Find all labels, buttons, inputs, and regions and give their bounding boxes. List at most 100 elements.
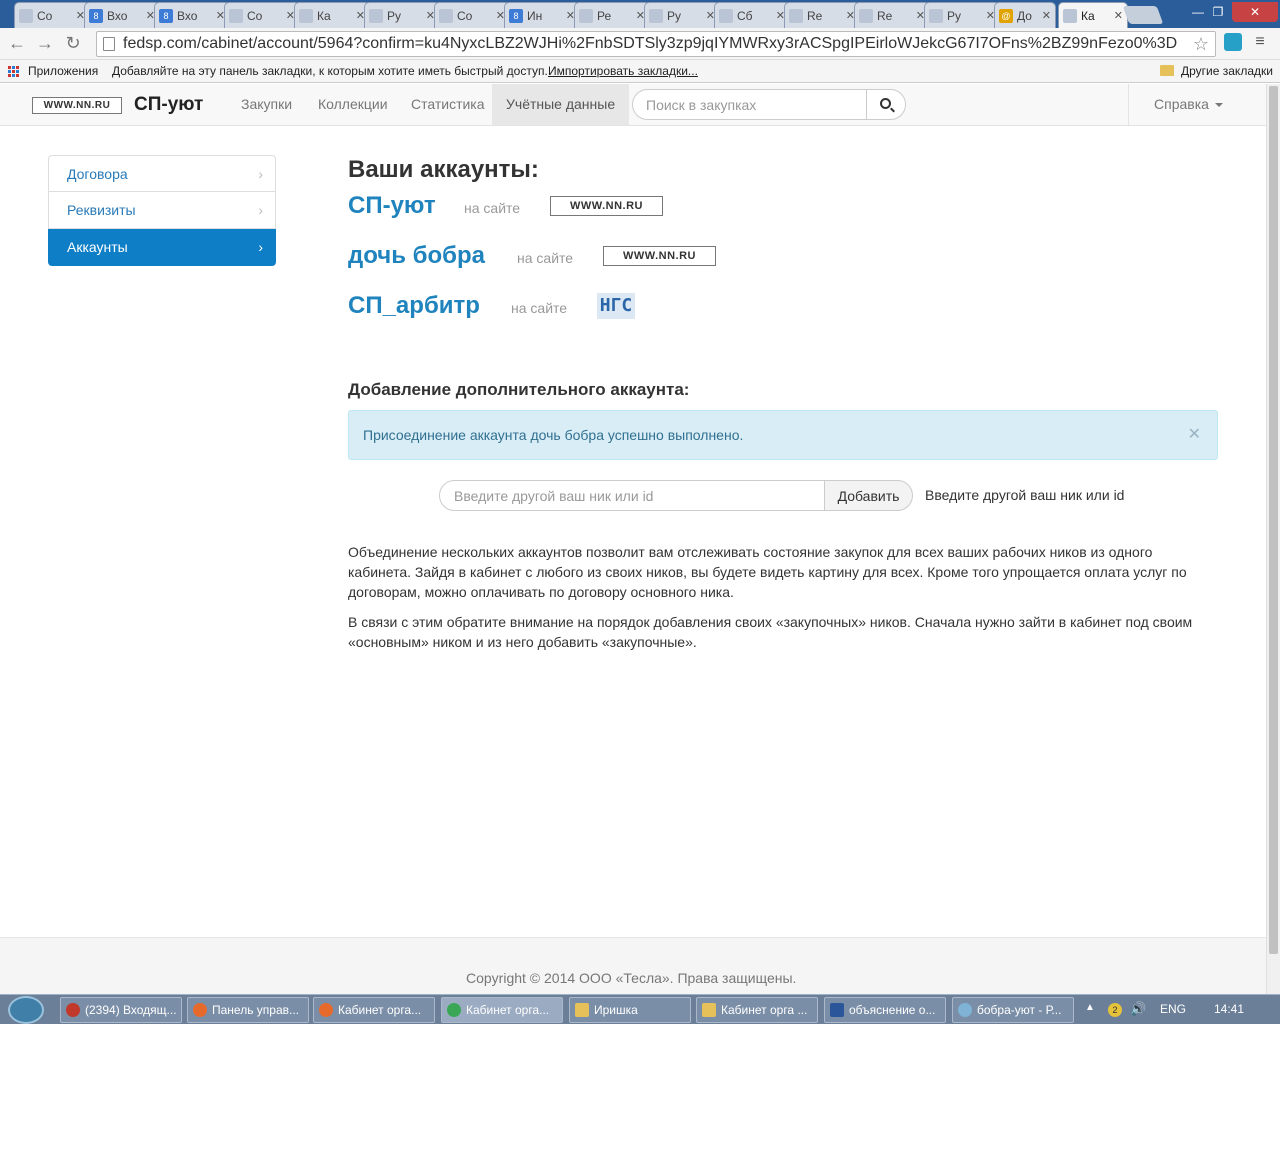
- tab-label: Ру: [947, 8, 962, 23]
- page-icon: [103, 37, 115, 51]
- taskbar-item[interactable]: Кабинет орга...: [313, 997, 435, 1023]
- page-icon: [229, 8, 243, 23]
- main-content: Ваши аккаунты: СП-уют на сайте WWW.NN.RU…: [348, 156, 1218, 650]
- language-indicator[interactable]: ENG: [1160, 1002, 1186, 1016]
- page-viewport: WWW.NN.RU СП-уют Закупки Коллекции Стати…: [0, 84, 1266, 994]
- close-icon[interactable]: ✕: [1042, 9, 1051, 22]
- star-icon[interactable]: ☆: [1193, 32, 1209, 56]
- browser-tab[interactable]: Со ✕: [14, 2, 90, 28]
- taskbar-item[interactable]: Панель управ...: [187, 997, 309, 1023]
- search-button[interactable]: [866, 89, 906, 120]
- scrollbar-thumb[interactable]: [1269, 86, 1278, 954]
- footer: Copyright © 2014 ООО «Тесла». Права защи…: [0, 937, 1266, 994]
- folder-icon: [575, 1003, 589, 1017]
- page-icon: [439, 8, 453, 23]
- cart-icon: [1063, 8, 1077, 23]
- help-dropdown[interactable]: Справка: [1128, 84, 1248, 125]
- browser-tab[interactable]: 8 Вхо ✕: [84, 2, 160, 28]
- search-form: [632, 89, 906, 120]
- account-name-link[interactable]: СП_арбитр: [348, 292, 480, 320]
- tray-expand-icon[interactable]: ▲: [1085, 1002, 1095, 1013]
- sidebar-item-requisites[interactable]: Реквизиты ›: [48, 192, 276, 229]
- import-bookmarks-link[interactable]: Импортировать закладки...: [548, 60, 698, 82]
- browser-tab[interactable]: Ру ✕: [924, 2, 1000, 28]
- site-logo: НГС: [597, 293, 635, 319]
- extension-icon[interactable]: [1224, 33, 1242, 51]
- tab-label: Вхо: [177, 8, 198, 23]
- browser-tab[interactable]: 8 Ин ✕: [504, 2, 580, 28]
- clock[interactable]: 14:41: [1214, 1002, 1244, 1016]
- nav-accounts-data[interactable]: Учётные данные: [492, 84, 630, 125]
- brand-logo[interactable]: WWW.NN.RU: [32, 97, 122, 114]
- start-button[interactable]: [8, 996, 44, 1024]
- taskbar-item[interactable]: объяснение о...: [824, 997, 946, 1023]
- window-close-icon[interactable]: ✕: [1232, 2, 1278, 22]
- taskbar-label: объяснение о...: [849, 1003, 936, 1017]
- add-button[interactable]: Добавить: [824, 480, 913, 511]
- browser-tab[interactable]: Ка ✕: [294, 2, 370, 28]
- taskbar-item-active[interactable]: Кабинет орга...: [441, 997, 563, 1023]
- mail-icon: 8: [89, 8, 103, 23]
- firefox-icon: [193, 1003, 207, 1017]
- taskbar-item[interactable]: Кабинет орга ...: [696, 997, 818, 1023]
- browser-tab[interactable]: 8 Вхо ✕: [154, 2, 230, 28]
- reload-icon[interactable]: ↻: [62, 32, 84, 54]
- nav-statistics[interactable]: Статистика: [397, 84, 499, 125]
- browser-tab[interactable]: Со ✕: [224, 2, 300, 28]
- account-row: СП-уют на сайте WWW.NN.RU: [348, 192, 1218, 242]
- scrollbar[interactable]: [1266, 84, 1280, 994]
- taskbar-label: Кабинет орга...: [466, 1003, 550, 1017]
- tab-label: Со: [37, 8, 53, 23]
- search-input[interactable]: [632, 89, 868, 120]
- sidebar-item-label: Реквизиты: [67, 202, 136, 218]
- browser-tab[interactable]: Со ✕: [434, 2, 510, 28]
- taskbar-label: (2394) Входящ...: [85, 1003, 177, 1017]
- help-label: Справка: [1154, 96, 1209, 112]
- document-icon: [579, 8, 593, 23]
- info-paragraph: В связи с этим обратите внимание на поря…: [348, 614, 1193, 650]
- tab-label: Ка: [1081, 8, 1095, 23]
- account-name-link[interactable]: СП-уют: [348, 192, 436, 220]
- site-logo: WWW.NN.RU: [550, 196, 663, 216]
- tab-label: Ру: [387, 8, 402, 23]
- add-account-heading: Добавление дополнительного аккаунта:: [348, 380, 690, 399]
- other-bookmarks[interactable]: Другие закладки: [1181, 60, 1273, 82]
- new-tab-button[interactable]: [1122, 6, 1164, 24]
- nick-input[interactable]: [439, 480, 825, 511]
- mail-icon: 8: [159, 8, 173, 23]
- browser-tab[interactable]: Re ✕: [854, 2, 930, 28]
- forward-arrow-icon[interactable]: →: [34, 32, 56, 54]
- close-icon[interactable]: ✕: [1188, 411, 1201, 459]
- brand-title[interactable]: СП-уют: [134, 94, 203, 116]
- firefox-icon: [319, 1003, 333, 1017]
- sidebar-item-accounts[interactable]: Аккаунты ›: [48, 229, 276, 266]
- browser-tab-active[interactable]: Ка ✕: [1058, 2, 1128, 28]
- address-bar[interactable]: fedsp.com/cabinet/account/5964?confirm=k…: [96, 31, 1216, 57]
- notification-badge[interactable]: 2: [1108, 1003, 1122, 1017]
- taskbar-item[interactable]: бобра-уют - Р...: [952, 997, 1074, 1023]
- taskbar-item[interactable]: Иришка: [569, 997, 691, 1023]
- sidebar-item-contracts[interactable]: Договора ›: [48, 155, 276, 192]
- nav-collections[interactable]: Коллекции: [304, 84, 402, 125]
- browser-tab-strip: Со ✕ 8 Вхо ✕ 8 Вхо ✕ Со ✕ Ка ✕ Ру ✕ Со ✕ 8 Ин ✕ Ре ✕…: [0, 0, 1280, 28]
- volume-icon[interactable]: 🔊: [1130, 1001, 1146, 1017]
- tab-label: Со: [247, 8, 263, 23]
- nav-purchases[interactable]: Закупки: [227, 84, 306, 125]
- tab-label: Сб: [737, 8, 753, 23]
- apps-link[interactable]: Приложения: [28, 60, 98, 82]
- menu-icon[interactable]: ≡: [1252, 34, 1268, 50]
- browser-tab[interactable]: Ре ✕: [574, 2, 650, 28]
- tab-label: Re: [877, 8, 893, 23]
- browser-tab[interactable]: Ру ✕: [364, 2, 440, 28]
- browser-tab[interactable]: @ До ✕: [994, 2, 1056, 28]
- add-account-form: Добавить: [439, 480, 913, 511]
- browser-tab[interactable]: Re ✕: [784, 2, 860, 28]
- close-icon[interactable]: ✕: [1114, 9, 1123, 22]
- browser-tab[interactable]: Сб ✕: [714, 2, 790, 28]
- taskbar-item[interactable]: (2394) Входящ...: [60, 997, 182, 1023]
- restore-icon[interactable]: ❐: [1204, 2, 1232, 22]
- back-arrow-icon[interactable]: ←: [6, 32, 28, 54]
- account-name-link[interactable]: дочь бобра: [348, 242, 485, 270]
- add-hint: Введите другой ваш ник или id: [925, 487, 1125, 503]
- browser-tab[interactable]: Ру ✕: [644, 2, 720, 28]
